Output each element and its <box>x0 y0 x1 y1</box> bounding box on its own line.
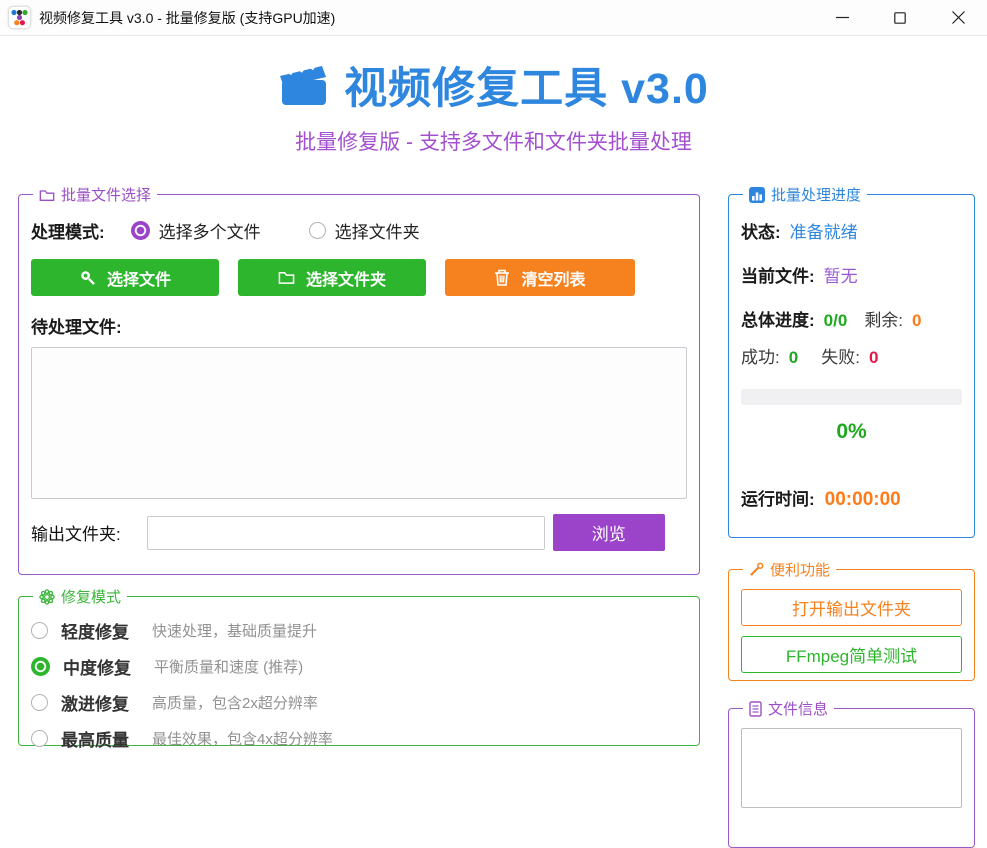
app-header: 视频修复工具 v3.0 <box>0 54 987 116</box>
radio-repair-aggressive[interactable]: 激进修复 高质量，包含2x超分辨率 <box>31 690 687 715</box>
app-logo-icon <box>8 6 31 29</box>
maximize-icon <box>894 12 906 24</box>
open-output-folder-button[interactable]: 打开输出文件夹 <box>741 589 962 626</box>
minimize-icon <box>836 11 849 24</box>
ffmpeg-test-button[interactable]: FFmpeg简单测试 <box>741 636 962 673</box>
radio-repair-medium[interactable]: 中度修复 平衡质量和速度 (推荐) <box>31 654 687 679</box>
mode-label: 处理模式: <box>31 218 105 243</box>
current-file-row: 当前文件: 暂无 <box>741 262 962 287</box>
radio-select-multiple-files[interactable]: 选择多个文件 <box>131 218 261 243</box>
magnifier-icon <box>79 269 96 286</box>
file-selection-panel: 批量文件选择 处理模式: 选择多个文件 选择文件夹 选择文件 <box>18 184 700 575</box>
app-title: 视频修复工具 v3.0 <box>344 54 709 116</box>
trash-icon <box>494 269 510 286</box>
radio-repair-light[interactable]: 轻度修复 快速处理，基础质量提升 <box>31 618 687 643</box>
remaining-value: 0 <box>912 311 921 331</box>
status-row: 状态: 准备就绪 <box>741 218 962 243</box>
output-folder-label: 输出文件夹: <box>31 520 121 545</box>
radio-icon <box>31 657 50 676</box>
gear-icon <box>39 589 55 605</box>
clear-list-button[interactable]: 清空列表 <box>445 259 635 296</box>
clapperboard-icon <box>278 63 328 107</box>
radio-icon <box>31 730 48 747</box>
app-subtitle: 批量修复版 - 支持多文件和文件夹批量处理 <box>0 126 987 156</box>
radio-icon <box>31 694 48 711</box>
folder-icon <box>278 270 295 285</box>
folder-icon <box>39 188 55 202</box>
overall-progress-row: 总体进度: 0/0 剩余: 0 <box>741 306 962 331</box>
runtime-value: 00:00:00 <box>825 489 901 511</box>
utilities-panel: 便利功能 打开输出文件夹 FFmpeg简单测试 <box>728 559 975 681</box>
radio-icon <box>309 222 326 239</box>
file-buttons-row: 选择文件 选择文件夹 清空列表 <box>31 259 687 296</box>
pending-files-list[interactable] <box>31 347 687 499</box>
status-value: 准备就绪 <box>790 218 858 243</box>
wrench-icon <box>749 562 764 577</box>
close-icon <box>952 11 965 24</box>
success-fail-row: 成功: 0 失败: 0 <box>741 343 962 368</box>
window-title: 视频修复工具 v3.0 - 批量修复版 (支持GPU加速) <box>39 8 335 28</box>
document-icon <box>749 701 762 717</box>
maximize-button[interactable] <box>871 0 929 36</box>
radio-icon <box>131 221 150 240</box>
titlebar: 视频修复工具 v3.0 - 批量修复版 (支持GPU加速) <box>0 0 987 36</box>
file-info-legend: 文件信息 <box>743 698 834 719</box>
pending-files-label: 待处理文件: <box>31 313 687 338</box>
browse-button[interactable]: 浏览 <box>553 514 665 551</box>
repair-mode-panel: 修复模式 轻度修复 快速处理，基础质量提升 中度修复 平衡质量和速度 (推荐) … <box>18 586 700 746</box>
repair-mode-legend: 修复模式 <box>33 586 127 607</box>
select-folder-button[interactable]: 选择文件夹 <box>238 259 426 296</box>
file-selection-legend: 批量文件选择 <box>33 184 157 205</box>
window-controls <box>813 0 987 36</box>
close-button[interactable] <box>929 0 987 36</box>
progress-bar <box>741 389 962 405</box>
minimize-button[interactable] <box>813 0 871 36</box>
file-info-panel: 文件信息 <box>728 698 975 848</box>
success-value: 0 <box>789 348 798 368</box>
file-info-box <box>741 728 962 808</box>
output-folder-input[interactable] <box>147 516 545 550</box>
radio-select-folder-mode[interactable]: 选择文件夹 <box>309 218 420 243</box>
radio-icon <box>31 622 48 639</box>
overall-progress-value: 0/0 <box>824 311 848 331</box>
output-folder-row: 输出文件夹: 浏览 <box>31 514 687 551</box>
processing-mode-row: 处理模式: 选择多个文件 选择文件夹 <box>31 218 687 243</box>
bar-chart-icon <box>749 187 765 203</box>
runtime-row: 运行时间: 00:00:00 <box>741 485 962 511</box>
progress-percent: 0% <box>741 420 962 444</box>
progress-panel: 批量处理进度 状态: 准备就绪 当前文件: 暂无 总体进度: 0/0 剩余: 0… <box>728 184 975 538</box>
select-files-button[interactable]: 选择文件 <box>31 259 219 296</box>
current-file-value: 暂无 <box>824 262 858 287</box>
fail-value: 0 <box>869 348 878 368</box>
radio-repair-best[interactable]: 最高质量 最佳效果，包含4x超分辨率 <box>31 726 687 751</box>
progress-legend: 批量处理进度 <box>743 184 867 205</box>
utilities-legend: 便利功能 <box>743 559 836 580</box>
